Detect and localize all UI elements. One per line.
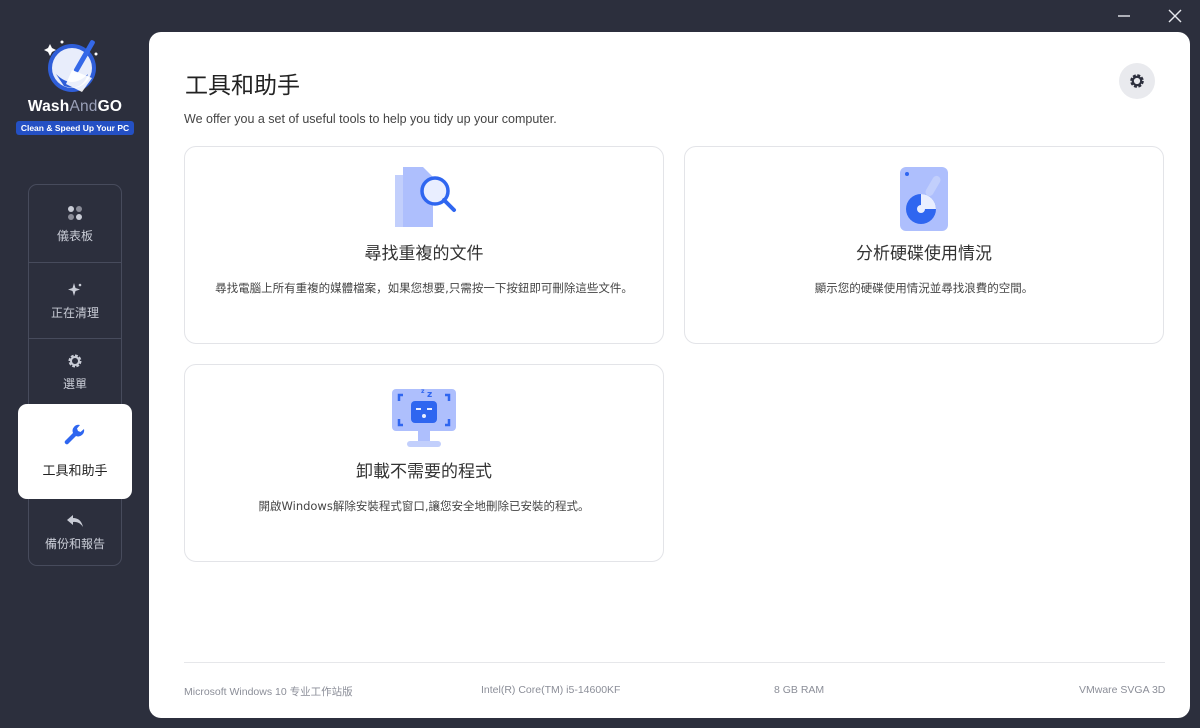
sidebar-nav: 儀表板 正在清理 選單 備份和報告 xyxy=(28,184,122,566)
gear-icon xyxy=(67,352,83,370)
broom-globe-logo-icon xyxy=(44,40,98,92)
tool-card-uninstall[interactable]: z z 卸載不需要的程式 開啟Windows解除安裝程式窗口,讓您安全地刪除已安… xyxy=(184,364,664,562)
footer-ram: 8 GB RAM xyxy=(774,684,825,696)
disk-usage-icon xyxy=(900,167,948,231)
settings-button[interactable] xyxy=(1119,63,1155,99)
svg-text:z: z xyxy=(427,390,432,400)
card-title: 尋找重複的文件 xyxy=(364,244,484,264)
footer-divider xyxy=(184,662,1165,663)
dashboard-icon xyxy=(67,204,83,222)
main-panel: 工具和助手 We offer you a set of useful tools… xyxy=(149,32,1190,718)
sidebar-item-label: 工具和助手 xyxy=(42,464,108,479)
footer-os: Microsoft Windows 10 专业工作站版 xyxy=(184,686,353,698)
sidebar-item-menu[interactable]: 選單 xyxy=(29,339,121,405)
tool-card-disk-usage[interactable]: 分析硬碟使用情況 顯示您的硬碟使用情況並尋找浪費的空間。 xyxy=(684,146,1164,344)
gear-icon xyxy=(1130,74,1144,88)
sparkle-icon xyxy=(67,281,83,299)
sidebar-item-dashboard[interactable]: 儀表板 xyxy=(29,185,121,262)
sidebar-item-label: 選單 xyxy=(62,377,87,391)
sidebar-item-label: 備份和報告 xyxy=(44,537,105,551)
card-title: 分析硬碟使用情況 xyxy=(856,244,992,264)
duplicate-files-search-icon xyxy=(395,167,456,227)
svg-text:z: z xyxy=(421,388,425,395)
sidebar-item-cleaning[interactable]: 正在清理 xyxy=(29,263,121,338)
card-description: 尋找電腦上所有重複的媒體檔案，如果您想要,只需按一下按鈕即可刪除這些文件。 xyxy=(215,281,633,295)
uninstall-program-icon: z z xyxy=(392,388,456,447)
close-button[interactable] xyxy=(1163,6,1187,26)
minimize-button[interactable] xyxy=(1112,6,1136,26)
wrench-icon xyxy=(63,424,87,452)
card-description: 顯示您的硬碟使用情況並尋找浪費的空間。 xyxy=(814,281,1034,295)
tool-card-duplicate-files[interactable]: 尋找重複的文件 尋找電腦上所有重複的媒體檔案，如果您想要,只需按一下按鈕即可刪除… xyxy=(184,146,664,344)
app-logo: WashAndGO Clean & Speed Up Your PC xyxy=(14,34,136,135)
sidebar-item-tools[interactable]: 工具和助手 xyxy=(18,404,132,499)
card-description: 開啟Windows解除安裝程式窗口,讓您安全地刪除已安裝的程式。 xyxy=(258,499,590,513)
app-name: WashAndGO xyxy=(27,98,123,115)
page-description: We offer you a set of useful tools to he… xyxy=(184,112,557,126)
sidebar-item-label: 儀表板 xyxy=(56,228,93,243)
sidebar-item-backup[interactable]: 備份和報告 xyxy=(29,499,121,565)
footer-cpu: Intel(R) Core(TM) i5-14600KF xyxy=(481,684,621,696)
app-tagline: Clean & Speed Up Your PC xyxy=(15,121,135,135)
close-icon xyxy=(1168,9,1182,23)
minimize-icon xyxy=(1118,15,1130,17)
sidebar-item-label: 正在清理 xyxy=(50,305,99,320)
card-title: 卸載不需要的程式 xyxy=(356,462,492,482)
footer-gpu: VMware SVGA 3D xyxy=(1079,684,1166,696)
undo-arrow-icon xyxy=(66,512,84,530)
page-title: 工具和助手 xyxy=(185,73,300,99)
